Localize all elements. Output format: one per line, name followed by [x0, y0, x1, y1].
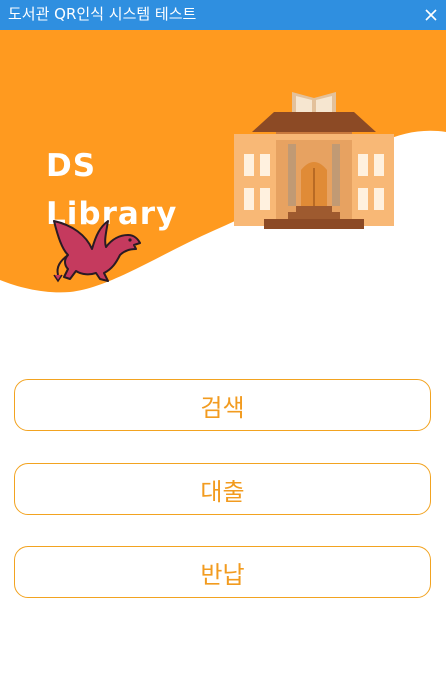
window-titlebar: 도서관 QR인식 시스템 테스트 [0, 0, 446, 30]
hero-banner: DS Library [0, 30, 446, 300]
checkout-button[interactable]: 대출 [14, 463, 431, 515]
dragon-logo [53, 220, 141, 283]
return-button[interactable]: 반납 [14, 546, 431, 598]
library-building-icon [234, 92, 394, 229]
close-icon[interactable] [416, 0, 446, 30]
brand-line-1: DS [46, 148, 97, 184]
window-title: 도서관 QR인식 시스템 테스트 [8, 5, 197, 23]
search-button[interactable]: 검색 [14, 379, 431, 431]
